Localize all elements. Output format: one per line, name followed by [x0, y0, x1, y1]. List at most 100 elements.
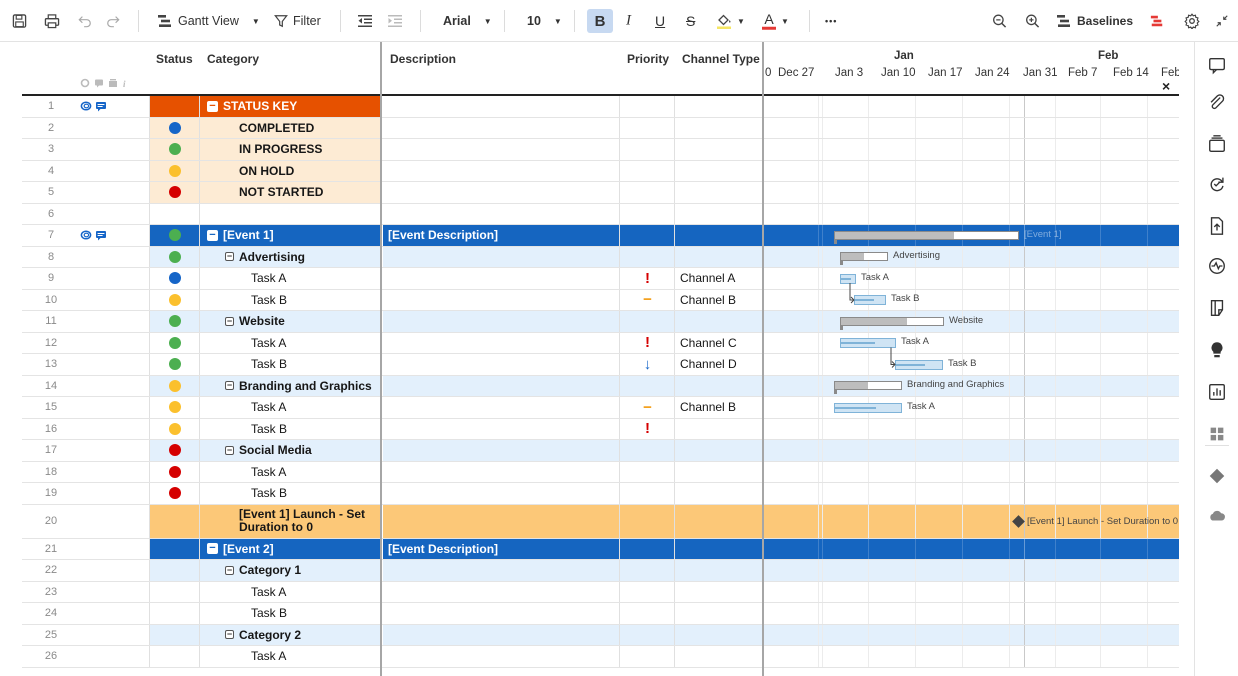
- status-cell[interactable]: [149, 603, 200, 624]
- priority-cell[interactable]: [620, 375, 675, 396]
- description-cell[interactable]: [383, 375, 620, 396]
- description-cell[interactable]: [383, 246, 620, 267]
- gantt-task-bar[interactable]: [854, 295, 886, 306]
- priority-cell[interactable]: −: [620, 397, 675, 418]
- row-number[interactable]: 15: [22, 397, 80, 418]
- description-cell[interactable]: [383, 268, 620, 289]
- redo-icon[interactable]: [106, 14, 120, 28]
- column-header-description[interactable]: Description: [383, 42, 619, 94]
- column-header-status[interactable]: Status: [149, 42, 199, 94]
- category-cell[interactable]: Task B: [200, 483, 380, 504]
- priority-cell[interactable]: [620, 440, 675, 461]
- zoom-out-icon[interactable]: [992, 14, 1007, 29]
- channel-type-cell[interactable]: [675, 538, 763, 559]
- priority-cell[interactable]: [620, 182, 675, 203]
- priority-cell[interactable]: [620, 246, 675, 267]
- priority-cell[interactable]: [620, 96, 675, 117]
- category-cell[interactable]: IN PROGRESS: [200, 139, 380, 160]
- priority-cell[interactable]: [620, 203, 675, 224]
- channel-type-cell[interactable]: [675, 418, 763, 439]
- font-size-select[interactable]: 10 ▼: [527, 14, 562, 28]
- comment-icon[interactable]: [1206, 54, 1228, 76]
- priority-cell[interactable]: −: [620, 289, 675, 310]
- more-options-button[interactable]: •••: [825, 16, 837, 26]
- row-number[interactable]: 4: [22, 161, 80, 182]
- collapse-toggle-icon[interactable]: −: [225, 630, 234, 640]
- row-number[interactable]: 24: [22, 603, 80, 624]
- description-cell[interactable]: [383, 461, 620, 482]
- priority-cell[interactable]: [620, 225, 675, 246]
- gantt-summary-bar[interactable]: [840, 316, 944, 330]
- row-number[interactable]: 3: [22, 139, 80, 160]
- print-icon[interactable]: [44, 14, 60, 29]
- category-cell[interactable]: Task A: [200, 332, 380, 353]
- category-cell[interactable]: Task A: [200, 461, 380, 482]
- status-cell[interactable]: [149, 461, 200, 482]
- status-cell[interactable]: [149, 440, 200, 461]
- collapse-icon[interactable]: [1215, 14, 1229, 28]
- channel-type-cell[interactable]: [675, 182, 763, 203]
- channel-type-cell[interactable]: [675, 160, 763, 181]
- row-number[interactable]: 20: [22, 505, 80, 538]
- gantt-view-button[interactable]: Gantt View ▼: [157, 14, 260, 28]
- cloud-icon[interactable]: [1206, 505, 1228, 527]
- channel-type-cell[interactable]: [675, 560, 763, 581]
- channel-type-cell[interactable]: [675, 246, 763, 267]
- description-cell[interactable]: [383, 418, 620, 439]
- category-cell[interactable]: [200, 203, 380, 224]
- category-cell[interactable]: − Advertising: [200, 246, 380, 267]
- channel-type-cell[interactable]: [675, 375, 763, 396]
- row-number[interactable]: 18: [22, 462, 80, 483]
- save-icon[interactable]: [12, 14, 27, 29]
- channel-type-cell[interactable]: [675, 483, 763, 504]
- row-number[interactable]: 25: [22, 625, 80, 646]
- channel-type-cell[interactable]: [675, 646, 763, 667]
- attachment-icon[interactable]: [1206, 92, 1228, 114]
- category-cell[interactable]: − Social Media: [200, 440, 380, 461]
- proofs-icon[interactable]: [1206, 133, 1228, 155]
- description-cell[interactable]: [383, 139, 620, 160]
- status-cell[interactable]: [149, 375, 200, 396]
- description-cell[interactable]: [383, 182, 620, 203]
- row-number[interactable]: 7: [22, 225, 80, 246]
- collapse-toggle-icon[interactable]: −: [225, 565, 234, 575]
- row-number[interactable]: 9: [22, 268, 80, 289]
- priority-cell[interactable]: [620, 504, 675, 538]
- description-cell[interactable]: [Event Description]: [383, 538, 620, 559]
- priority-cell[interactable]: !: [620, 332, 675, 353]
- description-cell[interactable]: [383, 581, 620, 602]
- column-header-category[interactable]: Category: [200, 42, 380, 94]
- channel-type-cell[interactable]: [675, 311, 763, 332]
- collapse-toggle-icon[interactable]: −: [225, 316, 234, 326]
- critical-path-icon[interactable]: [1150, 14, 1164, 28]
- strikethrough-button[interactable]: S: [686, 13, 695, 29]
- collapse-toggle-icon[interactable]: −: [225, 252, 234, 262]
- status-cell[interactable]: [149, 397, 200, 418]
- status-cell[interactable]: [149, 96, 200, 117]
- row-number[interactable]: 13: [22, 354, 80, 375]
- status-cell[interactable]: [149, 160, 200, 181]
- milestone-diamond-icon[interactable]: [1012, 514, 1025, 528]
- description-cell[interactable]: [383, 504, 620, 538]
- row-number[interactable]: 19: [22, 483, 80, 504]
- gantt-task-bar[interactable]: [840, 273, 856, 284]
- status-cell[interactable]: [149, 418, 200, 439]
- category-cell[interactable]: Task B: [200, 354, 380, 375]
- status-cell[interactable]: [149, 354, 200, 375]
- row-number[interactable]: 8: [22, 247, 80, 268]
- description-cell[interactable]: [383, 354, 620, 375]
- category-cell[interactable]: Task A: [200, 646, 380, 667]
- status-cell[interactable]: [149, 139, 200, 160]
- collapse-toggle-icon[interactable]: −: [207, 229, 218, 241]
- description-cell[interactable]: [383, 646, 620, 667]
- underline-button[interactable]: U: [655, 13, 665, 29]
- channel-type-cell[interactable]: [675, 624, 763, 645]
- category-cell[interactable]: Task A: [200, 581, 380, 602]
- description-cell[interactable]: [383, 311, 620, 332]
- priority-cell[interactable]: [620, 560, 675, 581]
- row-number[interactable]: 5: [22, 182, 80, 203]
- priority-cell[interactable]: [620, 603, 675, 624]
- category-cell[interactable]: − [Event 1]: [200, 225, 380, 246]
- collapse-toggle-icon[interactable]: −: [225, 445, 234, 455]
- channel-type-cell[interactable]: Channel A: [675, 268, 763, 289]
